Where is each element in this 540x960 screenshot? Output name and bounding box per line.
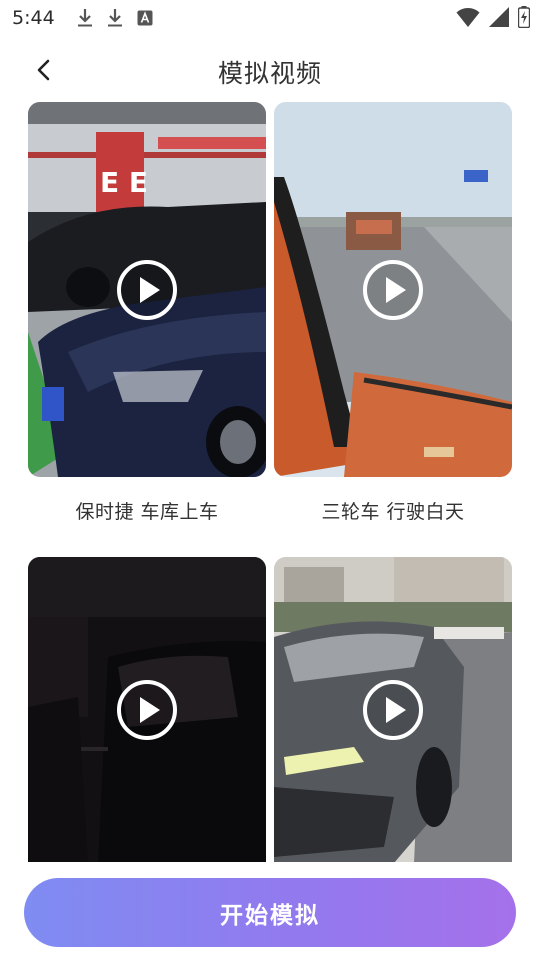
- video-card[interactable]: E E 保时捷 车库上车: [28, 102, 266, 523]
- play-icon[interactable]: [116, 679, 178, 741]
- play-icon[interactable]: [116, 259, 178, 321]
- text-a-icon: [137, 10, 153, 26]
- status-bar: 5:44: [0, 0, 540, 36]
- page-title: 模拟视频: [217, 59, 322, 88]
- video-thumbnail[interactable]: [274, 557, 512, 863]
- video-title: 三轮车 行驶白天: [321, 501, 465, 523]
- system-icons: [456, 6, 530, 28]
- notification-icons: [77, 8, 153, 28]
- video-title: 保时捷 车库上车: [75, 501, 219, 523]
- svg-text:E E: E E: [100, 166, 148, 199]
- play-icon[interactable]: [362, 679, 424, 741]
- video-card[interactable]: [28, 557, 266, 863]
- wifi-icon: [456, 6, 480, 28]
- video-card[interactable]: [274, 557, 512, 863]
- cellular-signal-icon: [488, 6, 510, 28]
- video-thumbnail[interactable]: E E: [28, 102, 266, 477]
- play-icon[interactable]: [362, 259, 424, 321]
- status-time: 5:44: [12, 7, 55, 29]
- video-card[interactable]: 三轮车 行驶白天: [274, 102, 512, 523]
- download-icon: [107, 8, 123, 28]
- video-thumbnail[interactable]: [28, 557, 266, 863]
- download-icon: [77, 8, 93, 28]
- video-thumbnail[interactable]: [274, 102, 512, 477]
- battery-charging-icon: [518, 6, 530, 28]
- header: 模拟视频: [0, 44, 540, 96]
- start-simulation-button[interactable]: 开始模拟: [24, 878, 516, 947]
